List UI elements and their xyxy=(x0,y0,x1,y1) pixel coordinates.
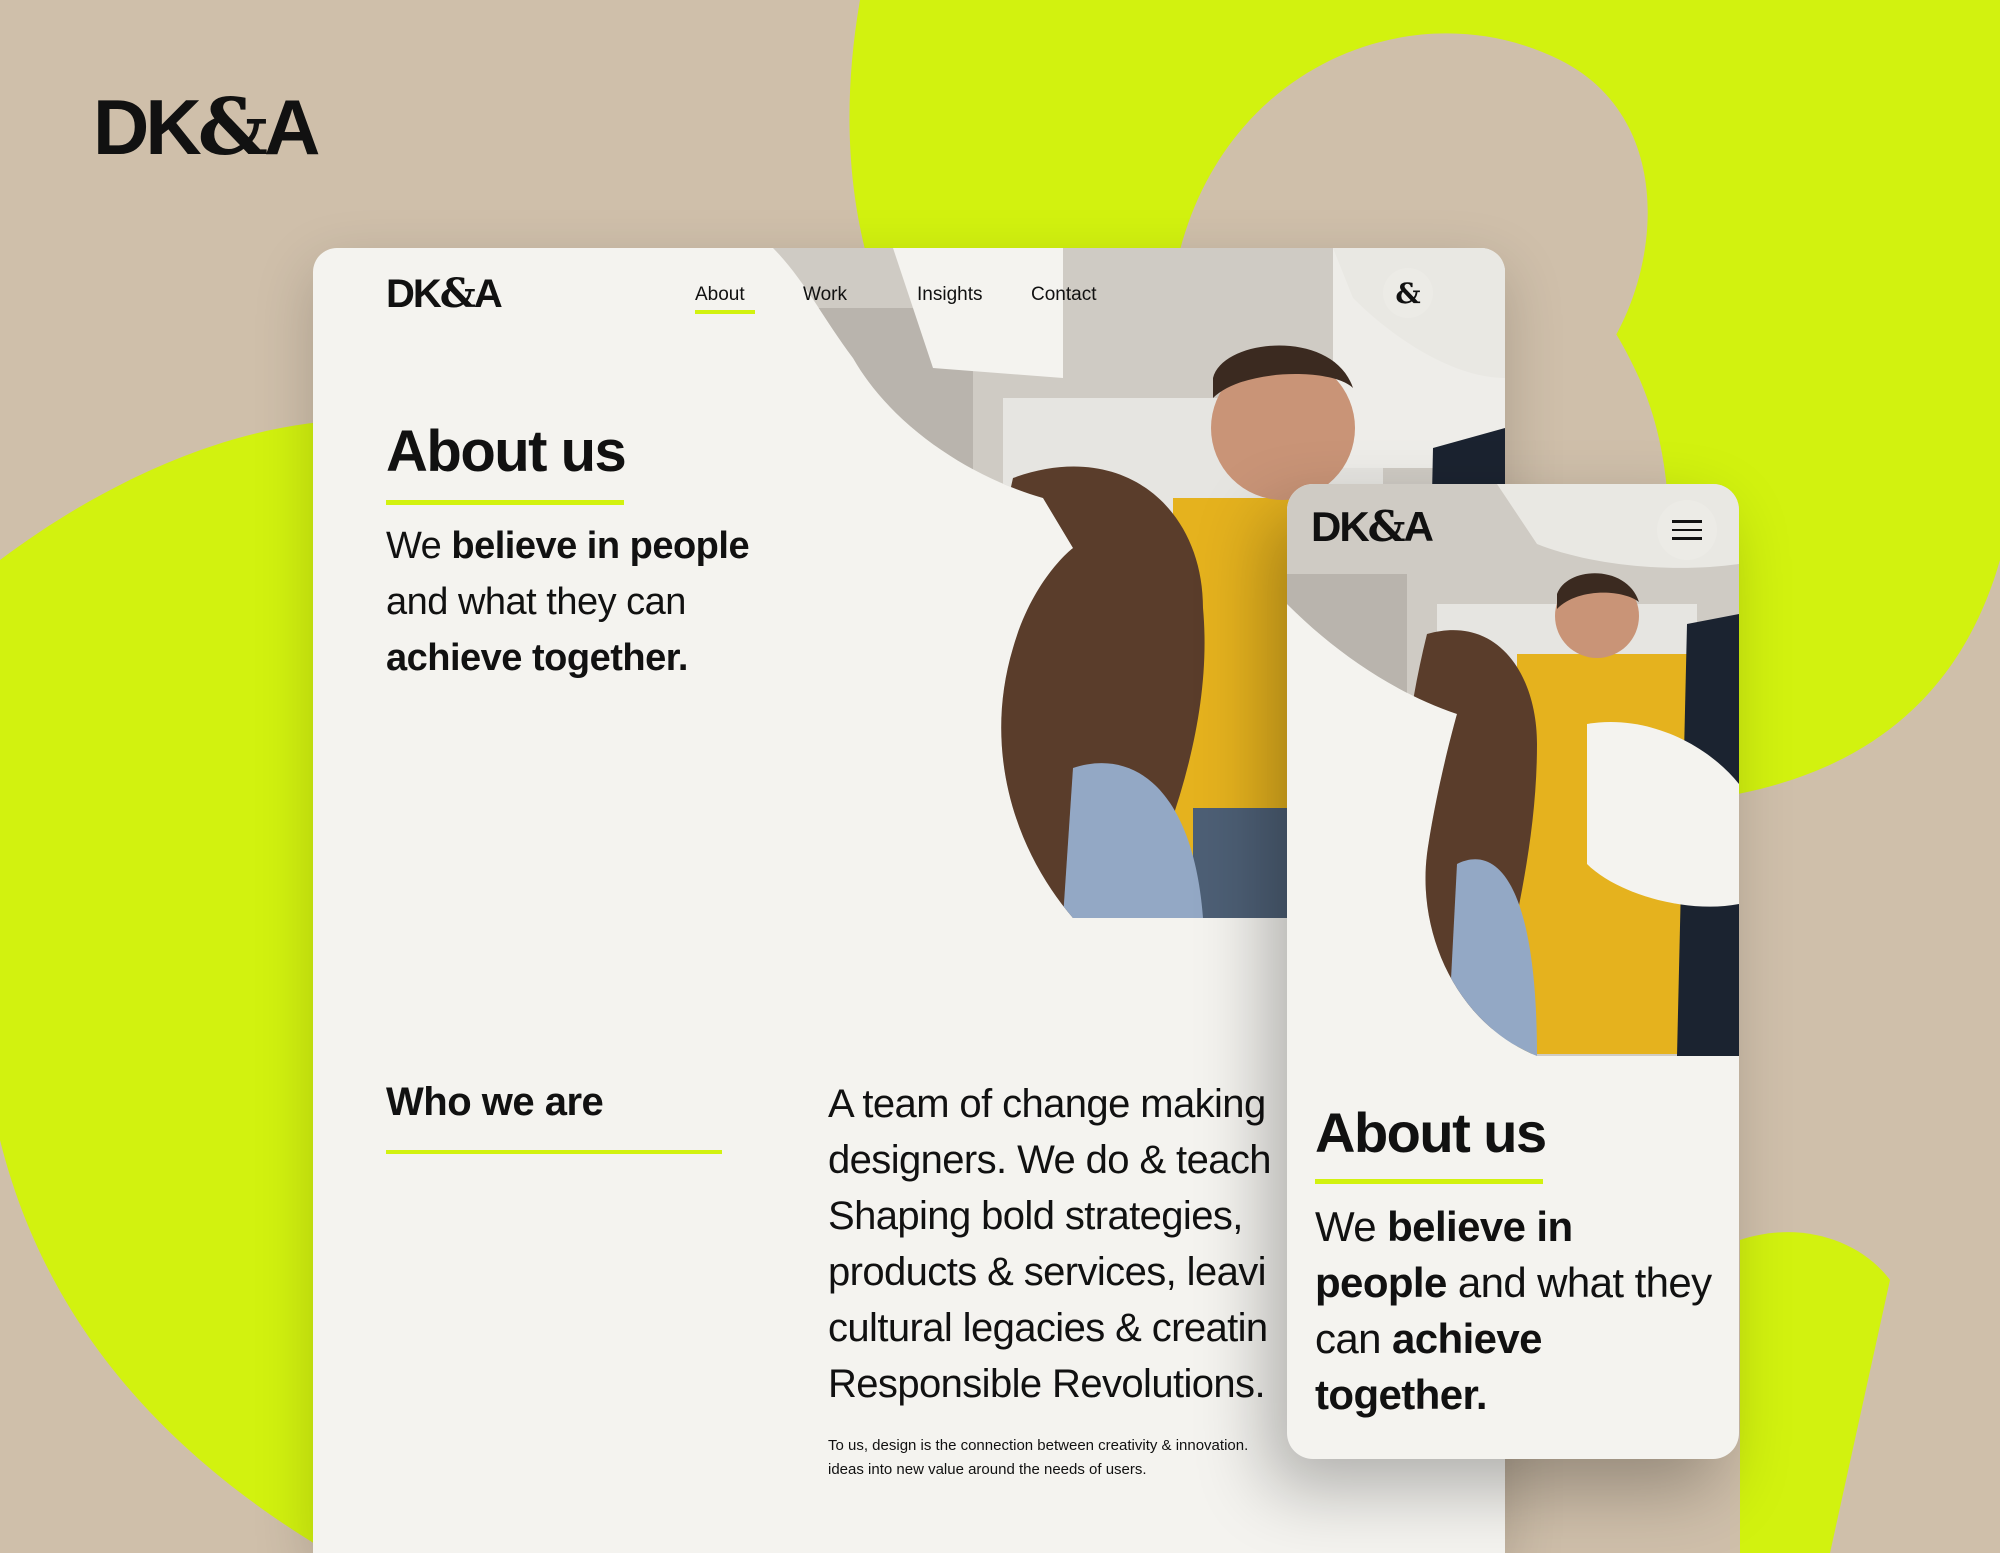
mobile-mockup: DK&A About us We believe in people and w… xyxy=(1287,484,1739,1459)
menu-line xyxy=(1672,528,1702,532)
intro-text-part: We xyxy=(1315,1203,1388,1250)
site-logo[interactable]: DK&A xyxy=(386,272,503,316)
mobile-logo-text-end: A xyxy=(1403,503,1434,550)
intro-text: We believe in people and what they can a… xyxy=(386,518,806,686)
brand-logo-text: DK xyxy=(93,83,202,171)
site-logo-text-end: A xyxy=(473,272,503,316)
nav-link-about[interactable]: About xyxy=(695,284,745,306)
section-title-who-we-are: Who we are xyxy=(386,1080,604,1124)
intro-text-part: We xyxy=(386,525,452,567)
brand-logo: DK&A xyxy=(93,88,320,167)
page-title: About us xyxy=(386,419,627,484)
intro-text-bold: achieve xyxy=(1392,1315,1543,1362)
nav-active-indicator xyxy=(695,310,755,314)
title-underline xyxy=(386,500,624,505)
nav-link-insights[interactable]: Insights xyxy=(917,284,982,306)
site-logo-ampersand: & xyxy=(439,270,476,317)
ampersand-icon[interactable]: & xyxy=(1383,268,1433,318)
brand-logo-text-end: A xyxy=(264,83,320,171)
mobile-intro-text: We believe in people and what they can a… xyxy=(1315,1199,1715,1423)
mobile-site-logo[interactable]: DK&A xyxy=(1311,503,1434,550)
section-underline xyxy=(386,1150,722,1154)
mobile-title-underline xyxy=(1315,1179,1543,1184)
nav-link-contact[interactable]: Contact xyxy=(1031,284,1096,306)
mobile-logo-ampersand: & xyxy=(1367,502,1406,551)
menu-line xyxy=(1672,520,1702,523)
hamburger-menu-icon[interactable] xyxy=(1657,500,1717,560)
intro-text-bold: achieve together. xyxy=(386,637,688,679)
mobile-page-title: About us xyxy=(1315,1101,1547,1164)
menu-line xyxy=(1672,537,1702,540)
brand-logo-ampersand: & xyxy=(197,82,268,173)
team-photo-mobile xyxy=(1287,484,1739,1056)
intro-text-bold: together. xyxy=(1315,1371,1488,1418)
intro-text-bold: believe in people xyxy=(451,525,750,567)
nav-link-work[interactable]: Work xyxy=(803,284,847,306)
intro-text-part: and what they can xyxy=(386,581,686,623)
site-logo-text: DK xyxy=(386,272,442,316)
mobile-logo-text: DK xyxy=(1311,503,1370,550)
